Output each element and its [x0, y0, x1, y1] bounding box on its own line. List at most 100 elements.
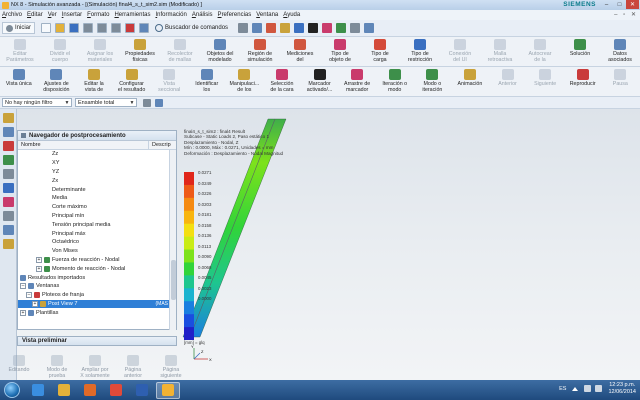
expand-icon[interactable]: +: [36, 256, 42, 263]
expand-icon[interactable]: +: [32, 300, 38, 307]
wcs-icon[interactable]: [350, 23, 361, 33]
connection-button[interactable]: Conexión del UI: [440, 37, 480, 63]
animation-button[interactable]: Animación: [451, 67, 489, 87]
tree-row[interactable]: Von Mises: [18, 247, 170, 256]
cut-icon[interactable]: [83, 23, 94, 33]
part-navigator-tab-icon[interactable]: [3, 127, 14, 137]
command-finder-button[interactable]: Buscador de comandos: [155, 24, 228, 32]
configure-result-button[interactable]: Configurar el resultado: [113, 67, 151, 93]
deselect-icon[interactable]: [155, 98, 163, 107]
mode-iteration-button[interactable]: Modo o iteración: [414, 67, 452, 93]
modeling-objects-button[interactable]: Objetos del modelado: [200, 37, 240, 63]
menu-ayuda[interactable]: Ayuda: [283, 12, 300, 18]
menu-insertar[interactable]: Insertar: [62, 12, 82, 18]
physical-props-button[interactable]: Propiedades físicas: [120, 37, 160, 63]
network-icon[interactable]: [584, 385, 592, 392]
scrollbar-thumb[interactable]: [171, 260, 176, 300]
solution-button[interactable]: Solución: [560, 37, 600, 57]
single-view-button[interactable]: Vista única: [0, 67, 38, 87]
navigator-scrollbar[interactable]: [169, 150, 176, 330]
name-column-header[interactable]: Nombre: [18, 141, 149, 149]
pan-icon[interactable]: [280, 23, 291, 33]
tree-row[interactable]: Tensión principal media: [18, 220, 170, 229]
play-button[interactable]: Reproducir: [564, 67, 602, 87]
nx-app[interactable]: [156, 381, 180, 399]
menu-herramientas[interactable]: Herramientas: [114, 12, 150, 18]
tree-row[interactable]: Zz: [18, 150, 170, 159]
start-button[interactable]: Iniciar: [2, 22, 36, 34]
marker-toggle-button[interactable]: Marcador activado/...: [301, 67, 339, 93]
delete-icon[interactable]: [125, 23, 136, 33]
render-style-icon[interactable]: [308, 23, 319, 33]
menu-información[interactable]: Información: [155, 12, 186, 18]
word-app[interactable]: [130, 382, 154, 399]
face-select-button[interactable]: Selección de la cara: [263, 67, 301, 93]
tree-row[interactable]: + Plantillas: [18, 308, 170, 317]
expand-icon[interactable]: +: [20, 309, 26, 316]
snap-icon[interactable]: [364, 23, 375, 33]
explorer-app[interactable]: [52, 382, 76, 399]
layout-settings-button[interactable]: Ajustes de disposición: [38, 67, 76, 93]
assembly-filter-select[interactable]: Ensamble total ▼: [75, 98, 137, 107]
expand-icon[interactable]: +: [36, 265, 42, 272]
menu-ventana[interactable]: Ventana: [256, 12, 278, 18]
tree-row[interactable]: Determinante: [18, 185, 170, 194]
reuse-library-tab-icon[interactable]: [3, 155, 14, 165]
menu-análisis[interactable]: Análisis: [192, 12, 213, 18]
associated-data-button[interactable]: Datos asociados: [600, 37, 640, 63]
copy-icon[interactable]: [97, 23, 108, 33]
drag-marker-button[interactable]: Arrastre de marcador: [338, 67, 376, 93]
pause-button[interactable]: Pausa: [602, 67, 640, 87]
constraint-type-button[interactable]: Tipo de restricción: [400, 37, 440, 63]
roles-tab-icon[interactable]: [3, 211, 14, 221]
tree-row[interactable]: Corte máximo: [18, 203, 170, 212]
maximize-button[interactable]: □: [613, 0, 626, 9]
save-icon[interactable]: [69, 23, 80, 33]
sim-region-button[interactable]: Región de simulación: [240, 37, 280, 63]
zoom-x-button[interactable]: Ampliar por X solamente: [76, 353, 114, 380]
document-controls[interactable]: – ▫ ✕: [614, 11, 638, 18]
close-button[interactable]: ✕: [626, 0, 639, 9]
tree-row[interactable]: YZ: [18, 168, 170, 177]
collapse-icon[interactable]: –: [26, 292, 32, 299]
volume-icon[interactable]: [595, 385, 603, 392]
pin-icon[interactable]: [21, 133, 26, 138]
edit-view-button[interactable]: Editar la vista de: [75, 67, 113, 93]
language-indicator[interactable]: ES: [559, 386, 566, 392]
editing-button[interactable]: Editando: [0, 353, 38, 380]
tree-row[interactable]: – Ventanas: [18, 282, 170, 291]
tree-row[interactable]: Resultados importados: [18, 273, 170, 282]
media-app[interactable]: [78, 382, 102, 399]
minimize-button[interactable]: –: [600, 0, 613, 9]
tree-row[interactable]: Media: [18, 194, 170, 203]
windows-start-icon[interactable]: [4, 382, 20, 398]
system-materials-tab-icon[interactable]: [3, 225, 14, 235]
tree-row[interactable]: XY: [18, 159, 170, 168]
autocreate-button[interactable]: Autocrear de la: [520, 37, 560, 63]
ie-app[interactable]: [26, 382, 50, 399]
palettes-tab-icon[interactable]: [3, 197, 14, 207]
hide-show-icon[interactable]: [322, 23, 333, 33]
preview-panel-header[interactable]: Vista preliminar: [17, 336, 177, 346]
mesh-retro-button[interactable]: Malla retroactiva: [480, 37, 520, 63]
process-studio-tab-icon[interactable]: [3, 239, 14, 249]
assign-material-button[interactable]: Asignar los materiales: [80, 37, 120, 63]
clock[interactable]: 12:23 p.m. 12/06/2014: [608, 382, 636, 395]
select-all-icon[interactable]: [143, 98, 151, 107]
zoom-icon[interactable]: [252, 23, 263, 33]
menu-archivo[interactable]: Archivo: [2, 12, 22, 18]
tree-row[interactable]: + Post View 7 (MAS: [18, 299, 170, 309]
history-tab-icon[interactable]: [3, 169, 14, 179]
tree-row[interactable]: + Fuerza de reacción - Nodal: [18, 256, 170, 265]
section-view-button[interactable]: Vista seccional: [150, 67, 188, 93]
page-prev-button[interactable]: Página anterior: [114, 353, 152, 380]
menu-editar[interactable]: Editar: [27, 12, 43, 18]
description-column-header[interactable]: Descrip: [149, 141, 171, 149]
type-filter-select[interactable]: No hay ningún filtro ▼: [2, 98, 72, 107]
tree-row[interactable]: Octaédrico: [18, 238, 170, 247]
chrome-app[interactable]: [104, 382, 128, 399]
paste-icon[interactable]: [111, 23, 122, 33]
page-next-button[interactable]: Página siguiente: [152, 353, 190, 380]
fit-view-icon[interactable]: [238, 23, 249, 33]
load-type-button[interactable]: Tipo de carga: [360, 37, 400, 63]
